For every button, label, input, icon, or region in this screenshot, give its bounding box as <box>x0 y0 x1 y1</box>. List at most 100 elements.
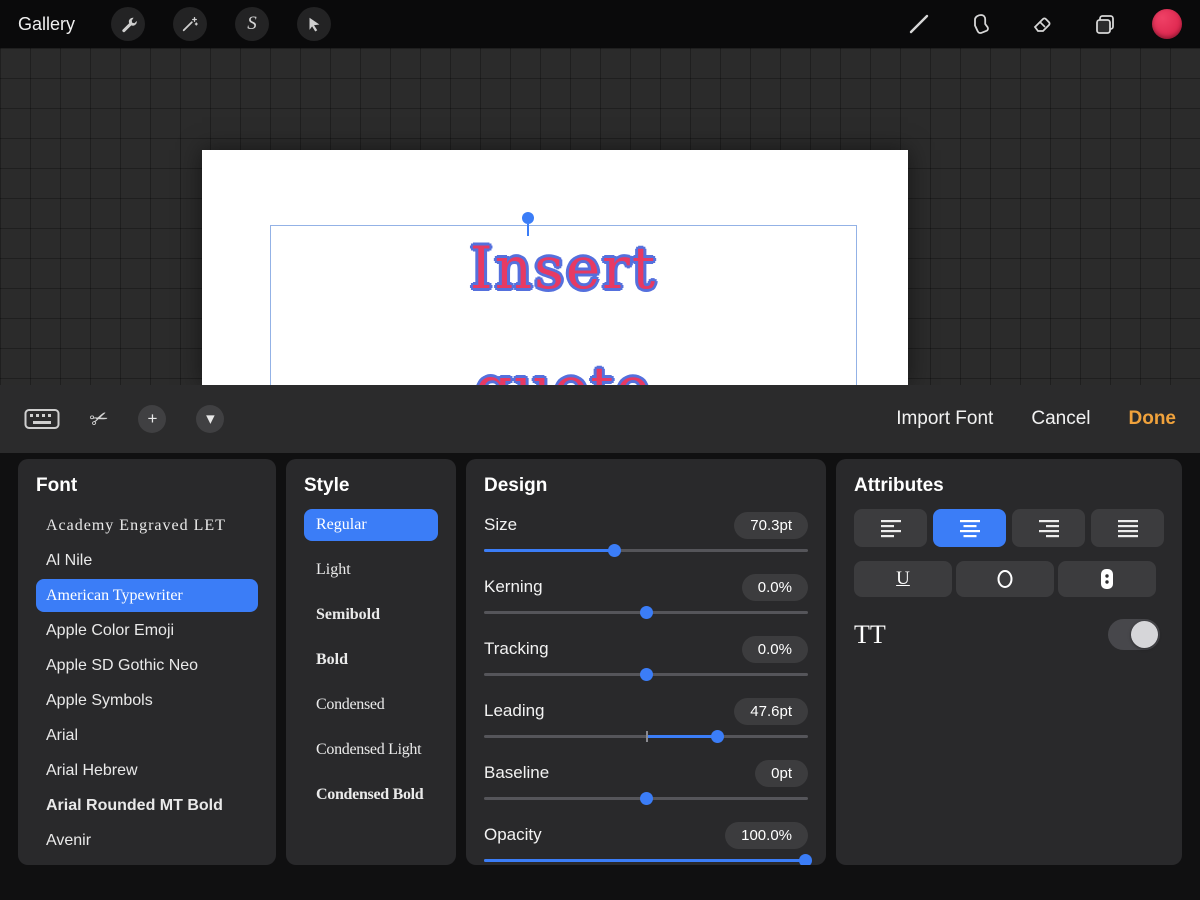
style-item-condensed[interactable]: Condensed <box>304 689 438 721</box>
text-bounding-box[interactable]: Insert quote <box>270 212 857 385</box>
tt-label: TT <box>854 619 886 649</box>
font-item-arial-rounded-mt-bold[interactable]: Arial Rounded MT Bold <box>36 789 258 822</box>
tracking-slider-track[interactable] <box>484 667 808 681</box>
kerning-value[interactable]: 0.0% <box>741 573 808 601</box>
size-value[interactable]: 70.3pt <box>734 511 808 539</box>
outline-button[interactable] <box>956 561 1054 597</box>
tt-toggle[interactable] <box>1108 619 1160 650</box>
plus-icon[interactable]: + <box>138 405 167 433</box>
font-item-apple-symbols[interactable]: Apple Symbols <box>36 684 258 717</box>
leading-slider-row: Leading 47.6pt <box>484 695 808 743</box>
artwork-canvas[interactable]: Insert quote <box>202 150 908 385</box>
kerning-label: Kerning <box>484 577 543 596</box>
font-item-arial[interactable]: Arial <box>36 719 258 752</box>
underline-icon: U <box>896 568 910 589</box>
font-item-arial-hebrew[interactable]: Arial Hebrew <box>36 754 258 787</box>
style-item-light[interactable]: Light <box>304 554 438 586</box>
baseline-value[interactable]: 0pt <box>755 759 808 787</box>
align-justify-button[interactable] <box>1091 509 1164 547</box>
font-panel-title: Font <box>36 475 78 496</box>
tracking-label: Tracking <box>484 639 549 658</box>
font-list: Academy Engraved LET Al Nile American Ty… <box>36 509 258 857</box>
align-justify-icon <box>1117 520 1138 538</box>
leading-value[interactable]: 47.6pt <box>734 697 808 725</box>
size-label: Size <box>484 515 518 534</box>
opacity-slider-track[interactable] <box>484 853 812 865</box>
opacity-slider-row: Opacity 100.0% <box>484 819 812 865</box>
kerning-slider-track[interactable] <box>484 605 808 619</box>
font-item-al-nile[interactable]: Al Nile <box>36 544 258 577</box>
canvas-workspace[interactable]: Insert quote <box>0 48 1200 385</box>
underline-button[interactable]: U <box>854 561 952 597</box>
font-item-apple-color-emoji[interactable]: Apple Color Emoji <box>36 614 258 647</box>
chevron-down-icon[interactable]: ▾ <box>196 405 225 433</box>
canvas-text-line2[interactable]: quote <box>271 354 856 385</box>
align-left-icon <box>880 520 901 538</box>
brush-icon[interactable] <box>902 7 936 41</box>
align-right-button[interactable] <box>1012 509 1085 547</box>
outline-icon <box>997 570 1013 588</box>
opacity-label: Opacity <box>484 825 542 844</box>
top-toolbar: Gallery S <box>0 0 1200 48</box>
font-panel: Font Academy Engraved LET Al Nile Americ… <box>18 459 276 865</box>
transform-icon[interactable] <box>297 7 332 41</box>
align-center-button[interactable] <box>933 509 1006 547</box>
vertical-text-icon <box>1101 569 1113 589</box>
style-item-semibold[interactable]: Semibold <box>304 599 438 631</box>
style-panel-title: Style <box>304 475 350 496</box>
style-item-condensed-bold[interactable]: Condensed Bold <box>304 779 438 811</box>
align-left-button[interactable] <box>854 509 927 547</box>
baseline-slider-track[interactable] <box>484 791 808 805</box>
attributes-panel: Attributes U TT <box>836 459 1182 865</box>
import-font-button[interactable]: Import Font <box>896 408 993 430</box>
baseline-label: Baseline <box>484 763 550 782</box>
cancel-button[interactable]: Cancel <box>1031 408 1090 430</box>
wrench-icon[interactable] <box>111 7 146 41</box>
style-item-regular[interactable]: Regular <box>304 509 438 541</box>
scissors-icon[interactable]: ✂ <box>86 404 112 434</box>
tracking-slider-row: Tracking 0.0% <box>484 633 808 681</box>
font-item-avenir[interactable]: Avenir <box>36 824 258 857</box>
baseline-slider-row: Baseline 0pt <box>484 757 808 805</box>
style-list: Regular Light Semibold Bold Condensed Co… <box>304 509 438 811</box>
style-panel: Style Regular Light Semibold Bold Conden… <box>286 459 456 865</box>
leading-label: Leading <box>484 701 545 720</box>
size-slider-row: Size 70.3pt <box>484 509 808 557</box>
keyboard-icon[interactable] <box>24 407 60 431</box>
font-item-academy-engraved-let[interactable]: Academy Engraved LET <box>36 509 258 542</box>
eraser-icon[interactable] <box>1026 7 1060 41</box>
smudge-icon[interactable] <box>964 7 998 41</box>
active-color-swatch[interactable] <box>1152 9 1182 39</box>
procreate-text-editor: Gallery S Insert ✂ + ▾ Import Font Cance… <box>0 0 1200 900</box>
kerning-slider-thumb[interactable] <box>640 606 653 619</box>
design-panel-title: Design <box>484 475 548 496</box>
style-item-bold[interactable]: Bold <box>304 644 438 676</box>
opacity-slider-thumb[interactable] <box>798 854 812 865</box>
panels-row: Font Academy Engraved LET Al Nile Americ… <box>0 453 1200 865</box>
magic-wand-icon[interactable] <box>173 7 208 41</box>
size-slider-track[interactable] <box>484 543 808 557</box>
gallery-button[interactable]: Gallery <box>18 14 75 35</box>
align-center-icon <box>959 520 980 538</box>
size-slider-thumb[interactable] <box>607 544 621 557</box>
align-right-icon <box>1038 520 1059 538</box>
leading-slider-track[interactable] <box>484 729 808 743</box>
font-item-american-typewriter[interactable]: American Typewriter <box>36 579 258 612</box>
design-panel: Design Size 70.3pt Kerning 0.0% Tracking… <box>466 459 826 865</box>
style-item-condensed-light[interactable]: Condensed Light <box>304 734 438 766</box>
vertical-text-button[interactable] <box>1058 561 1156 597</box>
canvas-text-line1[interactable]: Insert <box>271 234 856 302</box>
font-item-apple-sd-gothic-neo[interactable]: Apple SD Gothic Neo <box>36 649 258 682</box>
opacity-value[interactable]: 100.0% <box>725 821 808 849</box>
tracking-slider-thumb[interactable] <box>640 668 653 681</box>
tracking-value[interactable]: 0.0% <box>741 635 808 663</box>
capitalization-row: TT <box>854 619 1164 650</box>
leading-slider-thumb[interactable] <box>711 730 725 743</box>
baseline-slider-thumb[interactable] <box>640 792 653 805</box>
text-style-buttons: U <box>854 561 1164 597</box>
selection-icon[interactable]: S <box>235 7 270 41</box>
done-button[interactable]: Done <box>1129 408 1177 430</box>
layers-icon[interactable] <box>1088 7 1122 41</box>
kerning-slider-row: Kerning 0.0% <box>484 571 808 619</box>
attributes-panel-title: Attributes <box>854 475 944 496</box>
